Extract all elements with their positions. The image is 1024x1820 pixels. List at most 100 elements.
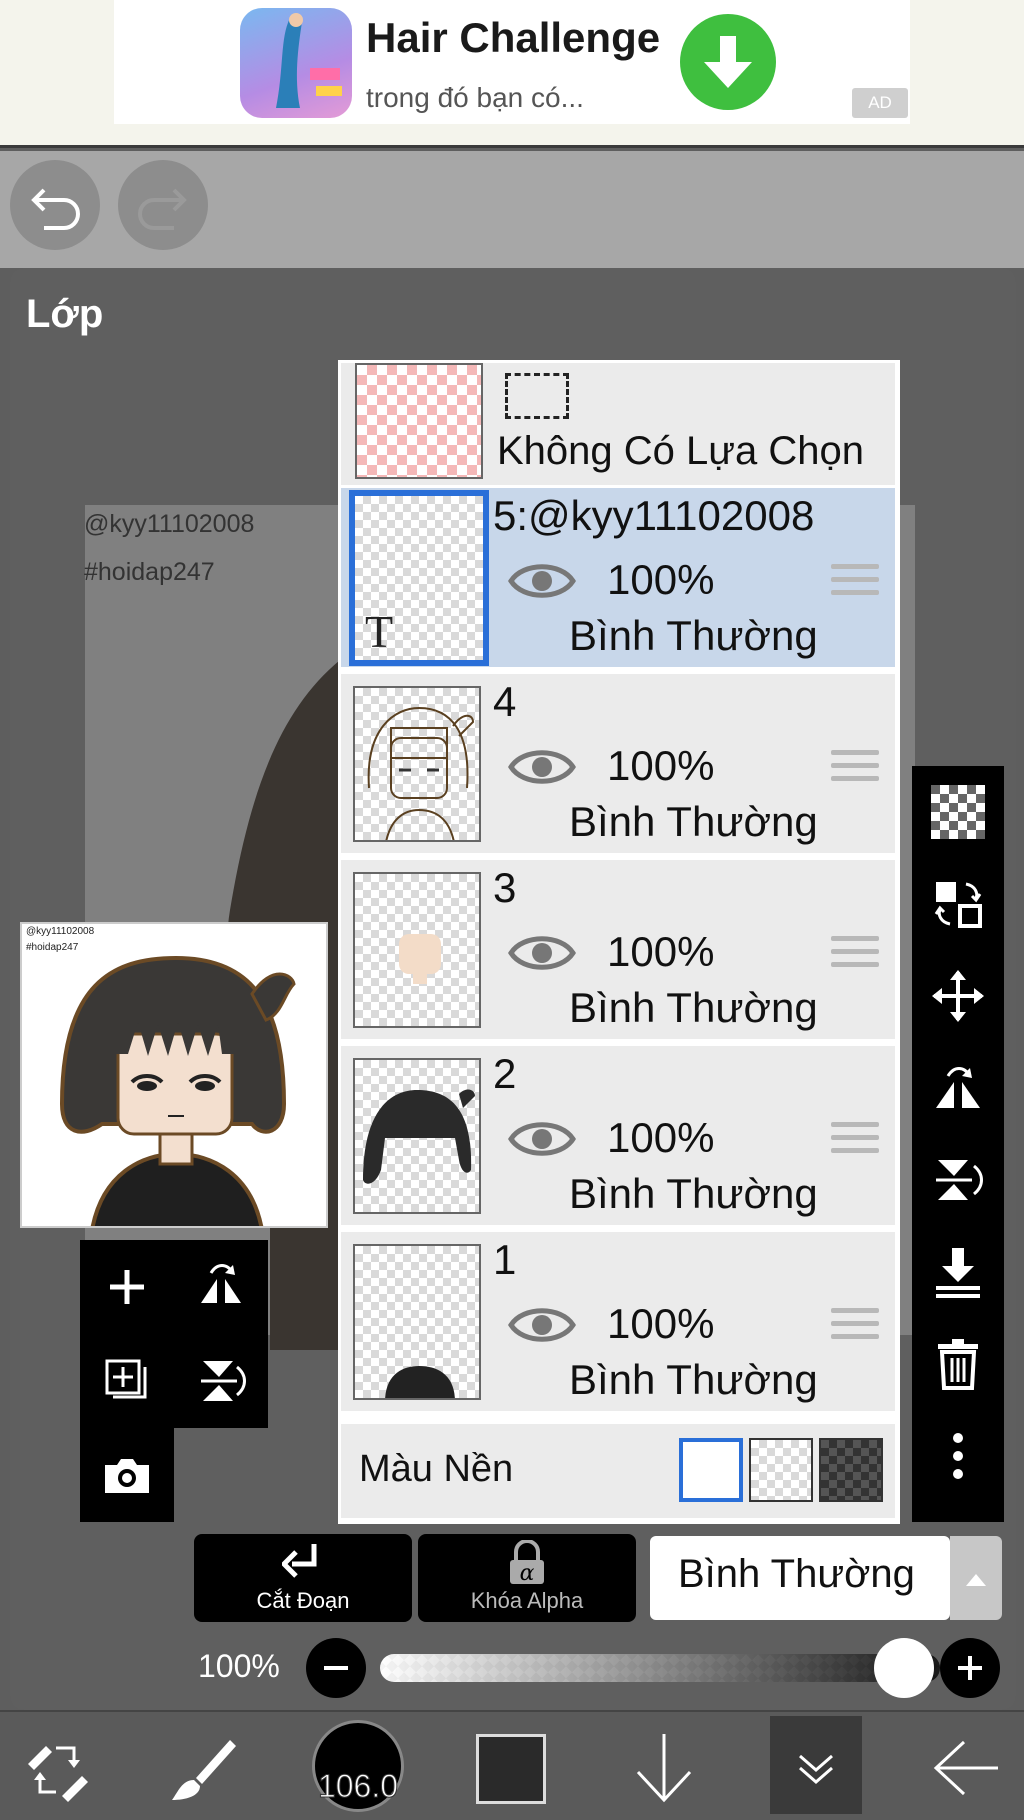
download-icon[interactable] (680, 14, 776, 110)
background-color-row: Màu Nền (341, 1424, 895, 1518)
flip-horizontal-icon[interactable] (912, 1042, 1004, 1134)
ad-subtitle[interactable]: trong đó bạn có... (366, 82, 584, 114)
bg-swatch-dark[interactable] (819, 1438, 883, 1502)
brush-icon[interactable] (168, 1734, 240, 1806)
layer-row[interactable]: T 5:@kyy11102008 100% Bình Thường (341, 488, 895, 670)
ad-app-icon[interactable] (240, 8, 352, 118)
flip-vertical-button[interactable] (174, 1334, 268, 1428)
layer-opacity: 100% (607, 1114, 715, 1161)
flip-vertical-icon (201, 1361, 246, 1401)
preview-watermark: #hoidap247 (26, 942, 79, 953)
ad-title[interactable]: Hair Challenge (366, 14, 660, 62)
drag-handle-icon[interactable] (831, 750, 879, 790)
clipping-label: Cắt Đoạn (256, 1588, 350, 1613)
brush-size-value: 106.0 (317, 1768, 399, 1805)
drag-handle-icon[interactable] (831, 1308, 879, 1348)
duplicate-layer-button[interactable] (80, 1334, 174, 1428)
layer-row[interactable]: 4 100% Bình Thường (341, 674, 895, 856)
text-layer-indicator: T (365, 606, 394, 657)
layer-blend-mode: Bình Thường (569, 984, 818, 1031)
merge-down-icon[interactable] (912, 1226, 1004, 1318)
svg-text:α: α (520, 1561, 535, 1586)
camera-button[interactable] (80, 1428, 174, 1522)
layer-name: 1 (493, 1236, 517, 1283)
minus-icon (324, 1666, 348, 1670)
flip-vertical-icon[interactable] (912, 1134, 1004, 1226)
layer-name: 2 (493, 1050, 517, 1097)
drag-handle-icon[interactable] (831, 936, 879, 976)
layer-opacity: 100% (607, 742, 715, 789)
clipping-button[interactable]: Cắt Đoạn (194, 1534, 412, 1622)
opacity-decrease-button[interactable] (306, 1638, 366, 1698)
transform-tool-icon[interactable] (22, 1734, 94, 1806)
ad-badge: AD (852, 88, 908, 118)
eye-icon[interactable] (507, 1302, 577, 1348)
preview-watermark: @kyy11102008 (26, 926, 95, 937)
opacity-label: 100% (198, 1648, 280, 1684)
color-swatch-button[interactable] (476, 1734, 546, 1804)
collapse-panel-button[interactable] (770, 1716, 862, 1814)
alpha-lock-button[interactable]: α Khóa Alpha (418, 1534, 636, 1622)
bg-swatch-transparent[interactable] (749, 1438, 813, 1502)
double-chevron-down-icon (799, 1754, 833, 1784)
canvas-watermark: @kyy11102008 (84, 510, 255, 538)
flip-horizontal-icon (201, 1264, 241, 1303)
layer-name: 4 (493, 678, 517, 725)
more-options-icon[interactable] (912, 1410, 1004, 1502)
layer-thumbnail: T (349, 490, 489, 666)
add-layer-button[interactable] (80, 1240, 174, 1334)
drag-handle-icon[interactable] (831, 564, 879, 604)
opacity-increase-button[interactable] (940, 1638, 1000, 1698)
bg-swatch-white[interactable] (679, 1438, 743, 1502)
panel-title: Lớp (26, 292, 104, 336)
flip-horizontal-button[interactable] (174, 1240, 268, 1334)
layer-blend-mode: Bình Thường (569, 1170, 818, 1217)
swap-layer-icon[interactable] (912, 858, 1004, 950)
layer-tools-toolbar (912, 766, 1004, 1522)
back-arrow-icon[interactable] (930, 1736, 1002, 1800)
canvas-watermark: #hoidap247 (84, 558, 215, 586)
layer-blend-mode: Bình Thường (569, 798, 818, 845)
layer-thumbnail (353, 686, 481, 842)
drag-handle-icon[interactable] (831, 1122, 879, 1162)
plus-icon (958, 1656, 982, 1680)
eye-icon[interactable] (507, 1116, 577, 1162)
canvas-preview[interactable] (20, 922, 328, 1228)
layer-row[interactable]: 3 100% Bình Thường (341, 860, 895, 1042)
layer-thumbnail (353, 1244, 481, 1400)
opacity-slider[interactable] (380, 1654, 940, 1682)
layer-opacity: 100% (607, 556, 715, 603)
layer-opacity: 100% (607, 928, 715, 975)
undo-button[interactable] (10, 160, 100, 250)
layer-thumbnail (353, 872, 481, 1028)
selection-layer-row[interactable]: Không Có Lựa Chọn (341, 363, 895, 485)
blend-mode-value[interactable]: Bình Thường (678, 1552, 915, 1597)
alpha-lock-label: Khóa Alpha (470, 1588, 584, 1613)
layer-name: 5:@kyy11102008 (493, 492, 815, 539)
plus-icon (110, 1270, 144, 1304)
layer-opacity: 100% (607, 1300, 715, 1347)
layer-name: 3 (493, 864, 517, 911)
redo-button[interactable] (118, 160, 208, 250)
eye-icon[interactable] (507, 930, 577, 976)
lock-icon: α (510, 1540, 544, 1586)
layer-thumbnail (353, 1058, 481, 1214)
clip-arrow-icon (282, 1544, 317, 1578)
chevron-up-icon[interactable] (950, 1536, 1002, 1620)
trash-icon[interactable] (912, 1318, 1004, 1410)
camera-icon (105, 1459, 149, 1493)
layer-row[interactable]: 2 100% Bình Thường (341, 1046, 895, 1228)
eye-icon[interactable] (507, 744, 577, 790)
layer-blend-mode: Bình Thường (569, 612, 818, 659)
selection-label: Không Có Lựa Chọn (497, 429, 865, 473)
layer-row[interactable]: 1 100% Bình Thường (341, 1232, 895, 1414)
background-color-label: Màu Nền (359, 1448, 514, 1490)
opacity-slider-knob[interactable] (874, 1638, 934, 1698)
selection-icon (505, 373, 569, 419)
move-icon[interactable] (912, 950, 1004, 1042)
arrow-down-icon[interactable] (628, 1730, 700, 1806)
layer-blend-mode: Bình Thường (569, 1356, 818, 1403)
eye-icon[interactable] (507, 558, 577, 604)
selection-thumbnail (355, 363, 483, 479)
checker-icon[interactable] (912, 766, 1004, 858)
